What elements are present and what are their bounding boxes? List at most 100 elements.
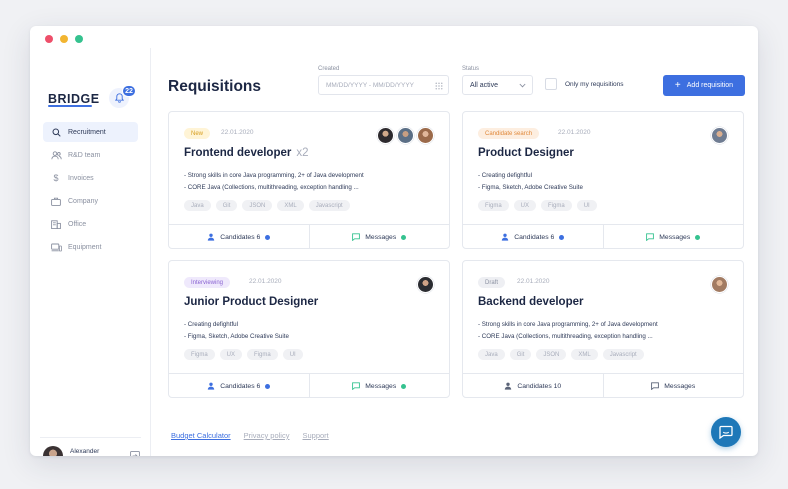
status-badge: Interviewing bbox=[184, 277, 231, 288]
candidates-button[interactable]: Candidates 6 bbox=[169, 225, 309, 249]
logo-underline bbox=[48, 105, 92, 107]
devices-icon bbox=[50, 241, 62, 253]
sidebar-item-label: Recruitment bbox=[68, 128, 106, 136]
messages-label: Messages bbox=[664, 382, 696, 390]
requisition-card[interactable]: Interviewing 22.01.2020 Junior Product D… bbox=[168, 260, 450, 398]
sidebar-item-label: Invoices bbox=[68, 174, 94, 182]
user-icon bbox=[208, 382, 215, 390]
messages-label: Messages bbox=[365, 382, 397, 390]
chat-icon bbox=[719, 425, 733, 439]
user-profile[interactable]: Alexander Morrison bbox=[40, 437, 141, 456]
card-title-text: Frontend developer bbox=[184, 147, 292, 159]
message-icon bbox=[646, 233, 655, 241]
status-select[interactable]: All active bbox=[462, 75, 533, 95]
skill-tag: Figma bbox=[478, 200, 509, 211]
status-badge: New bbox=[184, 128, 211, 139]
maximize-window-button[interactable] bbox=[75, 35, 83, 43]
sidebar-item-invoices[interactable]: $ Invoices bbox=[43, 168, 138, 188]
minimize-window-button[interactable] bbox=[60, 35, 68, 43]
unread-messages-dot bbox=[401, 234, 407, 240]
only-my-requisitions-checkbox[interactable] bbox=[545, 78, 557, 90]
skill-tag: UX bbox=[513, 200, 537, 211]
app-window: BRIDGE 22 Recruitment R&D team $ Invoice… bbox=[30, 26, 758, 456]
skill-tag: UX bbox=[219, 349, 243, 360]
avatar[interactable] bbox=[711, 127, 728, 144]
skill-tags: Java Git JSON XML Javascript bbox=[184, 200, 350, 211]
skill-tag: Figma bbox=[247, 349, 278, 360]
messages-label: Messages bbox=[659, 233, 691, 241]
messages-button[interactable]: Messages bbox=[602, 374, 744, 398]
avatar[interactable] bbox=[417, 276, 434, 293]
sidebar-item-office[interactable]: Office bbox=[43, 214, 138, 234]
sidebar-item-equipment[interactable]: Equipment bbox=[43, 237, 138, 257]
footer-links: Budget Calculator Privacy policy Support bbox=[171, 431, 329, 440]
chat-button[interactable] bbox=[711, 417, 741, 447]
skill-tag: JSON bbox=[242, 200, 273, 211]
new-candidates-dot bbox=[559, 234, 565, 240]
description-line: - CORE Java (Collections, multithreading… bbox=[184, 183, 359, 191]
sidebar-item-recruitment[interactable]: Recruitment bbox=[43, 122, 138, 142]
card-footer: Candidates 6 Messages bbox=[169, 224, 449, 249]
candidates-button[interactable]: Candidates 6 bbox=[169, 374, 309, 398]
add-requisition-label: Add requisition bbox=[686, 82, 734, 89]
building-icon bbox=[50, 218, 62, 230]
new-candidates-dot bbox=[265, 383, 271, 389]
skill-tag: Git bbox=[509, 349, 532, 360]
description-line: - Figma, Sketch, Adobe Creative Suite bbox=[184, 332, 289, 340]
logo: BRIDGE bbox=[48, 92, 100, 106]
skill-tag: Git bbox=[215, 200, 238, 211]
skill-tags: Figma UX Figma UI bbox=[184, 349, 303, 360]
messages-label: Messages bbox=[365, 233, 397, 241]
requisition-card[interactable]: New 22.01.2020 Frontend developer x2 - St… bbox=[168, 111, 450, 249]
candidates-count: 6 bbox=[256, 382, 261, 390]
privacy-policy-link[interactable]: Privacy policy bbox=[244, 431, 290, 440]
messages-button[interactable]: Messages bbox=[308, 374, 450, 398]
card-date: 22.01.2020 bbox=[517, 278, 550, 285]
card-title[interactable]: Junior Product Designer bbox=[184, 296, 318, 308]
card-description: - Creating defightful - Figma, Sketch, A… bbox=[184, 319, 439, 342]
skill-tag: Javascript bbox=[308, 200, 350, 211]
description-line: - Strong skills in core Java programming… bbox=[478, 321, 658, 328]
card-title[interactable]: Frontend developer x2 bbox=[184, 147, 309, 159]
assignee-avatars bbox=[711, 276, 728, 293]
messages-button[interactable]: Messages bbox=[308, 225, 450, 249]
requisition-card[interactable]: Draft 22.01.2020 Backend developer - Str… bbox=[462, 260, 744, 398]
support-link[interactable]: Support bbox=[302, 431, 328, 440]
sidebar-item-rnd-team[interactable]: R&D team bbox=[43, 145, 138, 165]
skill-tag: Figma bbox=[541, 200, 572, 211]
user-icon bbox=[502, 233, 509, 241]
logout-icon[interactable] bbox=[130, 451, 140, 456]
card-description: - Strong skills in core Java programming… bbox=[478, 319, 733, 342]
card-title[interactable]: Product Designer bbox=[478, 147, 574, 159]
sidebar-item-company[interactable]: Company bbox=[43, 191, 138, 211]
unread-messages-dot bbox=[695, 234, 701, 240]
plus-icon: + bbox=[674, 79, 681, 91]
candidates-button[interactable]: Candidates 10 bbox=[463, 374, 603, 398]
assignee-avatars bbox=[417, 276, 434, 293]
candidates-label: Candidates bbox=[514, 233, 549, 241]
users-icon bbox=[50, 149, 62, 161]
budget-calculator-link[interactable]: Budget Calculator bbox=[171, 431, 231, 440]
user-icon bbox=[505, 382, 512, 390]
add-requisition-button[interactable]: + Add requisition bbox=[663, 75, 745, 96]
card-title[interactable]: Backend developer bbox=[478, 296, 583, 308]
card-footer: Candidates 10 Messages bbox=[463, 373, 743, 398]
close-window-button[interactable] bbox=[45, 35, 53, 43]
card-date: 22.01.2020 bbox=[558, 129, 591, 136]
avatar[interactable] bbox=[377, 127, 394, 144]
messages-button[interactable]: Messages bbox=[602, 225, 744, 249]
date-range-input[interactable]: MM/DD/YYYY - MM/DD/YYYY bbox=[318, 75, 449, 95]
card-description: - Strong skills in core Java programming… bbox=[184, 170, 439, 193]
calendar-grid-icon[interactable] bbox=[435, 82, 443, 90]
requisition-card[interactable]: Candidate search 22.01.2020 Product Desi… bbox=[462, 111, 744, 249]
status-select-value: All active bbox=[470, 81, 499, 89]
avatar[interactable] bbox=[397, 127, 414, 144]
notifications-badge: 22 bbox=[122, 85, 136, 97]
avatar bbox=[43, 446, 63, 456]
unread-messages-dot bbox=[401, 383, 407, 389]
avatar[interactable] bbox=[711, 276, 728, 293]
only-my-requisitions-toggle[interactable]: Only my requisitions bbox=[545, 78, 624, 90]
candidates-label: Candidates bbox=[220, 382, 255, 390]
candidates-button[interactable]: Candidates 6 bbox=[463, 225, 603, 249]
avatar[interactable] bbox=[417, 127, 434, 144]
